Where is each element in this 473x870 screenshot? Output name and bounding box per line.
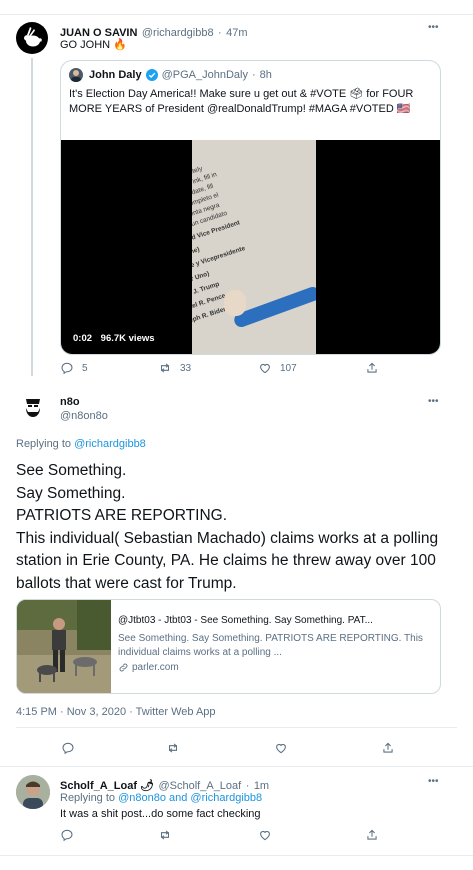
- like-button[interactable]: [258, 828, 272, 842]
- share-icon: [367, 362, 377, 373]
- author-handle[interactable]: @Scholf_A_Loaf: [159, 780, 242, 792]
- share-icon: [367, 829, 377, 840]
- reply-button[interactable]: 5: [60, 361, 88, 375]
- bottom-divider: [0, 855, 473, 856]
- link-card-description: See Something. Say Something. PATRIOTS A…: [118, 633, 423, 658]
- reply-icon: [61, 362, 73, 375]
- avatar-juan[interactable]: [16, 22, 48, 54]
- more-icon[interactable]: •••: [428, 22, 439, 33]
- like-icon: [260, 830, 270, 841]
- link-icon: [119, 663, 128, 672]
- more-icon[interactable]: •••: [428, 396, 439, 407]
- retweet-count: 33: [180, 362, 192, 374]
- meta-divider: [16, 727, 457, 728]
- tweet-timestamp[interactable]: 4:15 PM · Nov 3, 2020 · Twitter Web App: [16, 706, 216, 718]
- reply-count: 5: [82, 362, 88, 374]
- replying-to-label: Replying to: [60, 792, 119, 804]
- author-handle[interactable]: @n8on8o: [60, 410, 108, 422]
- reply-button[interactable]: [61, 741, 75, 755]
- share-button[interactable]: [381, 741, 395, 755]
- reply-divider: [0, 766, 473, 767]
- tweet-text: GO JOHN 🔥: [60, 39, 127, 51]
- retweet-icon: [168, 743, 178, 753]
- tweet-text: See Something. Say Something. PATRIOTS A…: [16, 462, 439, 592]
- link-card[interactable]: @Jtbt03 - Jtbt03 - See Something. Say So…: [16, 599, 441, 694]
- share-icon: [383, 742, 393, 753]
- author-name[interactable]: n8o: [60, 396, 80, 408]
- quoted-tweet-text: It's Election Day America!! Make sure u …: [69, 88, 414, 115]
- retweet-button[interactable]: 33: [158, 361, 191, 375]
- like-button[interactable]: [274, 741, 288, 755]
- video-duration: 0:02: [73, 333, 93, 344]
- reply-button[interactable]: [60, 828, 74, 842]
- avatar-n8o[interactable]: [16, 390, 50, 424]
- tweet-time[interactable]: 1m: [254, 780, 269, 792]
- avatar-john-daly: [69, 68, 83, 82]
- reply-icon: [62, 742, 74, 755]
- verified-badge-icon: [145, 69, 158, 81]
- share-button[interactable]: [365, 828, 379, 842]
- thread-line: [31, 58, 33, 376]
- link-card-domain: parler.com: [132, 662, 179, 673]
- video-views: 96.7K views: [100, 333, 155, 344]
- tweet-text: It was a shit post...do some fact checki…: [60, 808, 261, 820]
- link-card-image: [17, 600, 111, 693]
- link-card-title: @Jtbt03 - Jtbt03 - See Something. Say So…: [118, 615, 373, 626]
- replying-to-label: Replying to: [16, 438, 75, 450]
- quoted-tweet[interactable]: John Daly @PGA_JohnDaly · 8h It's Electi…: [60, 60, 441, 355]
- retweet-button[interactable]: [158, 828, 172, 842]
- replying-to-link[interactable]: @richardgibb8: [74, 438, 146, 450]
- like-icon: [260, 363, 270, 374]
- retweet-button[interactable]: [166, 741, 180, 755]
- author-name[interactable]: Scholf_A_Loaf 🌶: [60, 780, 154, 792]
- reply-icon: [61, 829, 73, 842]
- bearded-face-icon: [26, 399, 40, 417]
- retweet-icon: [160, 363, 170, 373]
- avatar-scholf[interactable]: [16, 775, 50, 809]
- person-photo-icon: [16, 775, 50, 809]
- quoted-author-handle: @PGA_JohnDaly: [161, 69, 248, 81]
- top-divider: [0, 14, 473, 15]
- like-count: 107: [280, 362, 297, 374]
- quoted-tweet-time: 8h: [259, 69, 272, 81]
- replying-to-link[interactable]: @n8on8o and @richardgibb8: [118, 792, 262, 804]
- video-player[interactable]: fill in the oval completelyprint pen wit…: [61, 140, 440, 354]
- rabbit-logo-icon: [24, 27, 42, 47]
- like-button[interactable]: 107: [258, 361, 297, 375]
- share-button[interactable]: [365, 361, 379, 375]
- more-icon[interactable]: •••: [428, 776, 439, 787]
- retweet-icon: [160, 830, 170, 840]
- tweet-time[interactable]: 47m: [226, 27, 247, 39]
- author-handle[interactable]: @richardgibb8: [142, 27, 214, 39]
- quoted-author-name: John Daly: [89, 69, 142, 81]
- ballot-image: fill in the oval completelyprint pen wit…: [192, 140, 316, 354]
- like-icon: [276, 743, 286, 754]
